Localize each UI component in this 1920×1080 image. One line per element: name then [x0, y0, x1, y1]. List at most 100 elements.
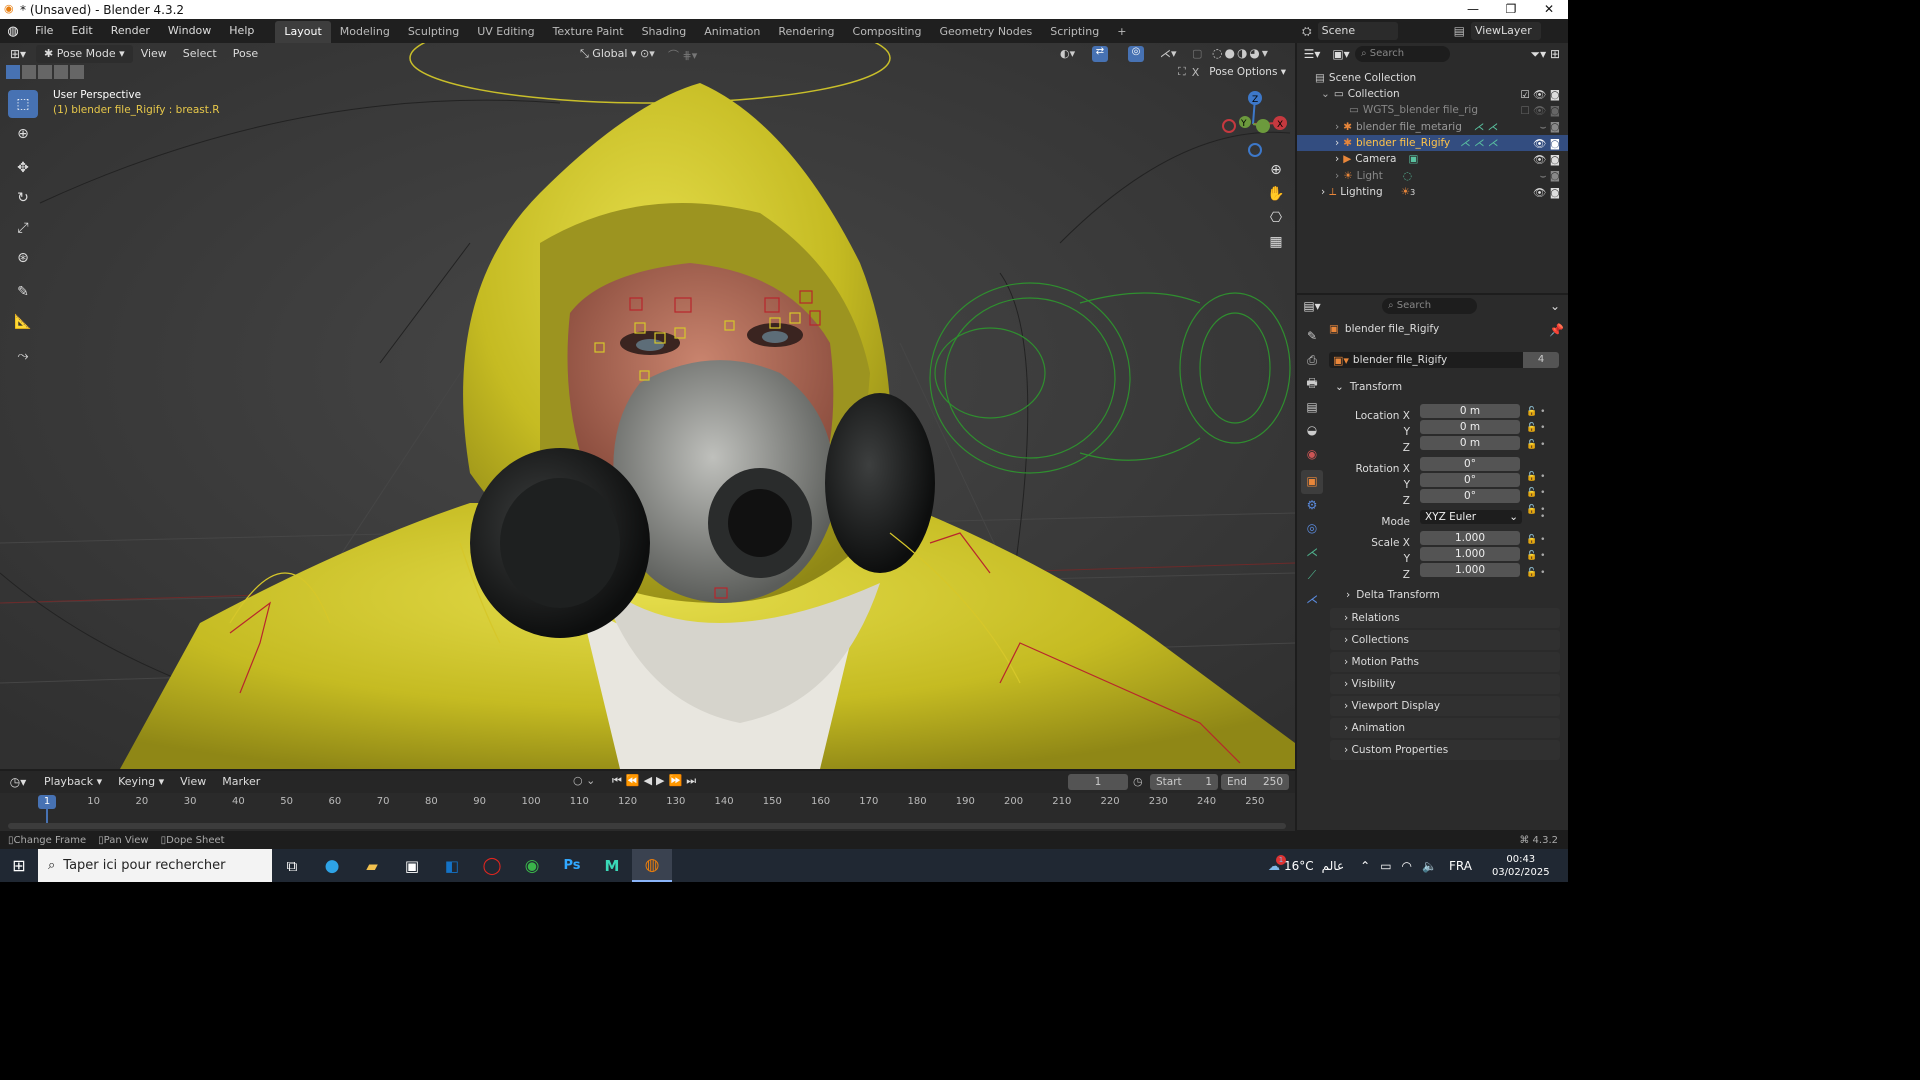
outlook-icon[interactable]: ◧: [432, 857, 472, 875]
device-icon[interactable]: ▭: [1380, 859, 1391, 873]
visibility-icon[interactable]: ◐▾: [1060, 47, 1075, 60]
bone-overlay-icon[interactable]: ⋌▾: [1160, 47, 1177, 60]
timeline-keying-menu[interactable]: Keying ▾: [110, 771, 172, 793]
camera-view-icon[interactable]: ⎔: [1266, 206, 1286, 230]
metarig-visibility-icons[interactable]: ⌣ ◙: [1540, 121, 1560, 134]
3d-viewport[interactable]: [0, 43, 1295, 769]
store-icon[interactable]: ▣: [392, 857, 432, 875]
menu-window[interactable]: Window: [159, 19, 220, 43]
modifier-tab-icon[interactable]: ⚙: [1301, 494, 1323, 518]
clock[interactable]: 00:43 03/02/2025: [1492, 853, 1550, 879]
panel-viewport-display[interactable]: › Viewport Display: [1330, 696, 1560, 716]
gizmo-toggle-icon[interactable]: ⇄: [1092, 46, 1108, 62]
location-z-field[interactable]: 0 m: [1420, 436, 1520, 450]
file-explorer-icon[interactable]: ▰: [352, 857, 392, 875]
maximize-button[interactable]: ❐: [1492, 0, 1530, 19]
transform-tool-icon[interactable]: ⊛: [8, 244, 38, 272]
camera-row[interactable]: › ▶ Camera ▣ 👁 ◙: [1297, 151, 1568, 167]
light-visibility-icons[interactable]: ⌣ ◙: [1540, 170, 1560, 183]
tab-rendering[interactable]: Rendering: [769, 21, 843, 43]
transform-header[interactable]: ⌄ Transform: [1335, 381, 1402, 393]
scale-tool-icon[interactable]: ⤢: [8, 214, 38, 242]
lighting-row[interactable]: › ⟂ Lighting ☀ 3 👁 ◙: [1297, 184, 1568, 200]
timeline-scrollbar[interactable]: [8, 823, 1286, 829]
x-mirror-icon[interactable]: X: [1192, 66, 1200, 79]
world-tab-icon[interactable]: ◉: [1301, 443, 1323, 467]
viewlayer-selector[interactable]: ViewLayer: [1470, 22, 1541, 40]
windows-start-icon[interactable]: ⊞: [0, 856, 38, 875]
overlay-toggle-icon[interactable]: ◎: [1128, 46, 1144, 62]
scene-icon[interactable]: ⛭: [1296, 24, 1318, 39]
measure-tool-icon[interactable]: 📐: [8, 308, 38, 336]
object-tab-icon[interactable]: ▣: [1301, 470, 1323, 494]
expand-lighting-icon[interactable]: ›: [1321, 186, 1325, 198]
rotation-z-field[interactable]: 0°: [1420, 489, 1520, 503]
timeline-editor-icon[interactable]: ◷▾: [0, 775, 36, 789]
panel-visibility[interactable]: › Visibility: [1330, 674, 1560, 694]
display-mode-icon[interactable]: ▣▾: [1327, 47, 1355, 61]
select-new-icon[interactable]: [6, 65, 20, 79]
users-count[interactable]: 4: [1523, 352, 1559, 368]
rotation-x-field[interactable]: 0°: [1420, 457, 1520, 471]
properties-editor-icon[interactable]: ▤▾: [1297, 299, 1327, 313]
select-extend-icon[interactable]: [22, 65, 36, 79]
photoshop-icon[interactable]: Ps: [552, 858, 592, 873]
scale-x-field[interactable]: 1.000: [1420, 531, 1520, 545]
playback-controls[interactable]: ⏮⏪◀▶⏩⏭: [612, 774, 700, 788]
blender-taskbar-icon[interactable]: ◍: [632, 849, 672, 882]
timeline-scrubber[interactable]: 10 20 30 40 50 60 70 80 90 100 110 120 130 140 150 160 1…: [0, 793, 1295, 831]
panel-relations[interactable]: › Relations: [1330, 608, 1560, 628]
shading-modes-icon[interactable]: ◌●◑◕▾: [1212, 46, 1270, 60]
camera-visibility-icons[interactable]: 👁 ◙: [1533, 153, 1560, 166]
expand-light-icon[interactable]: ›: [1335, 170, 1339, 182]
panel-custom-properties[interactable]: › Custom Properties: [1330, 740, 1560, 760]
end-frame-field[interactable]: End 250: [1221, 774, 1289, 790]
grid-view-icon[interactable]: ▦: [1266, 230, 1286, 254]
preview-range-icon[interactable]: ◷: [1133, 775, 1143, 788]
maya-icon[interactable]: M: [592, 857, 632, 875]
filter-icon[interactable]: ⏷▾ ⊞: [1531, 47, 1561, 62]
xray-icon[interactable]: ▢: [1192, 47, 1202, 60]
bone-constraint-tab-icon[interactable]: ⋌: [1301, 588, 1323, 612]
rigify-row[interactable]: › ✱ blender file_Rigify ⋌ ⋌ ⋌ 👁 ◙: [1297, 135, 1568, 151]
properties-search-input[interactable]: ⌕ Search: [1382, 298, 1477, 314]
rotation-y-field[interactable]: 0°: [1420, 473, 1520, 487]
timeline-marker-menu[interactable]: Marker: [214, 771, 268, 793]
volume-icon[interactable]: 🔈: [1422, 859, 1437, 873]
navigation-gizmo[interactable]: X Y Z: [1215, 88, 1290, 163]
metarig-row[interactable]: › ✱ blender file_metarig ⋌ ⋌ ⌣ ◙: [1297, 119, 1568, 135]
rotate-tool-icon[interactable]: ↻: [8, 184, 38, 212]
panel-motion-paths[interactable]: › Motion Paths: [1330, 652, 1560, 672]
expand-rigify-icon[interactable]: ›: [1335, 137, 1339, 149]
mode-keyframe-icon[interactable]: •: [1540, 512, 1545, 522]
transform-lock-icons[interactable]: 🔓 • 🔓 • 🔓 • 🔓 • 🔓 • 🔓 •: [1526, 404, 1545, 518]
select-subtract-icon[interactable]: [38, 65, 52, 79]
wgts-row[interactable]: ▭ WGTS_blender file_rig ☐ 👁 ◙: [1297, 102, 1568, 118]
lighting-visibility-icons[interactable]: 👁 ◙: [1533, 186, 1560, 199]
blender-menu-icon[interactable]: ◍: [0, 24, 26, 39]
menu-file[interactable]: File: [26, 19, 62, 43]
select-intersect-icon[interactable]: [70, 65, 84, 79]
pivot-icon[interactable]: ⊙▾: [640, 47, 655, 60]
outliner-search-input[interactable]: ⌕ Search: [1355, 46, 1450, 62]
minimize-button[interactable]: —: [1454, 0, 1492, 19]
outliner-editor-icon[interactable]: ☰▾: [1297, 47, 1327, 61]
tab-compositing[interactable]: Compositing: [844, 21, 931, 43]
tab-animation[interactable]: Animation: [695, 21, 769, 43]
zoom-icon[interactable]: ⊕: [1266, 158, 1286, 182]
scene-selector[interactable]: Scene: [1317, 22, 1398, 40]
tab-uv-editing[interactable]: UV Editing: [468, 21, 543, 43]
menu-help[interactable]: Help: [220, 19, 263, 43]
start-frame-field[interactable]: Start 1: [1150, 774, 1218, 790]
expand-camera-icon[interactable]: ›: [1335, 153, 1339, 165]
wgts-visibility-icons[interactable]: ☐ 👁 ◙: [1520, 104, 1560, 117]
bone-tool-icon[interactable]: ⤳: [8, 342, 38, 370]
viewlayer-icon[interactable]: ▤: [1448, 24, 1471, 38]
snap-icon[interactable]: ⌒ ⋕▾: [668, 47, 697, 63]
tab-modeling[interactable]: Modeling: [331, 21, 399, 43]
bone-tab-icon[interactable]: ⟋: [1301, 564, 1323, 588]
timeline-view-menu[interactable]: View: [172, 771, 214, 793]
scene-tab-icon[interactable]: ◒: [1301, 419, 1323, 443]
pin-icon[interactable]: 📌: [1549, 323, 1564, 337]
light-row[interactable]: › ☀ Light ◌ ⌣ ◙: [1297, 168, 1568, 184]
